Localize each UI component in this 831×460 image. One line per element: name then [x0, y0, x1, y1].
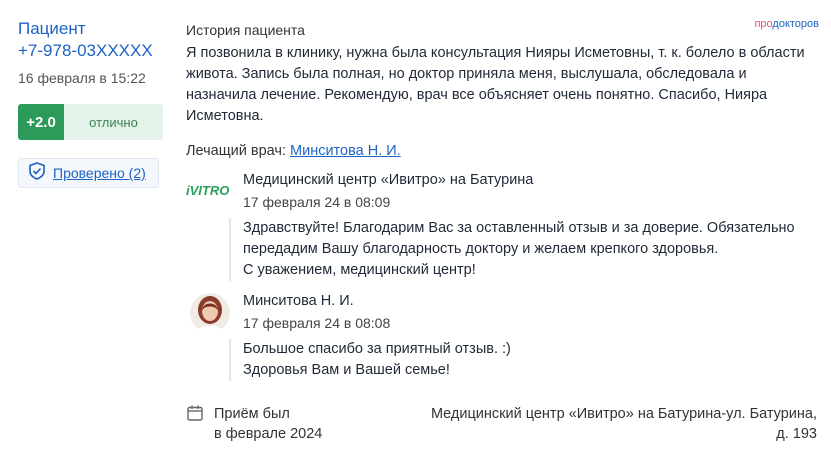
doctor-prefix: Лечащий врач: [186, 143, 286, 159]
patient-info: Пациент +7-978-03XXXXX 16 февраля в 15:2… [18, 18, 168, 188]
patient-name: Пациент [18, 19, 86, 38]
review-body: История пациента Я позвонила в клинику, … [186, 20, 816, 159]
reply-text: Здравствуйте! Благодарим Вас за оставлен… [229, 218, 803, 281]
clinic-address: Медицинский центр «Ивитро» на Батурина-у… [430, 406, 817, 442]
rating-badge: +2.0 отлично [18, 104, 163, 140]
doctor-reply: Минситова Н. И. 17 февраля 24 в 08:08 Бо… [186, 293, 816, 383]
clinic-reply: iVITRO Медицинский центр «Ивитро» на Бат… [186, 172, 816, 282]
verified-label[interactable]: Проверено (2) [53, 165, 146, 181]
rating-score: +2.0 [18, 104, 64, 140]
reply-author: Медицинский центр «Ивитро» на Батурина [243, 172, 534, 188]
reply-date: 17 февраля 24 в 08:09 [243, 194, 391, 210]
story-title: История пациента [186, 22, 305, 38]
treating-doctor: Лечащий врач: Минситова Н. И. [186, 143, 816, 159]
clinic-logo: iVITRO [186, 174, 232, 220]
rating-label: отлично [64, 104, 163, 140]
reply-author[interactable]: Минситова Н. И. [243, 293, 354, 309]
calendar-icon [186, 404, 204, 444]
reply-text: Большое спасибо за приятный отзыв. :) Зд… [229, 339, 803, 381]
svg-text:iVITRO: iVITRO [186, 183, 229, 198]
doctor-link[interactable]: Минситова Н. И. [290, 143, 401, 159]
review-date: 16 февраля в 15:22 [18, 70, 146, 86]
reply-date: 17 февраля 24 в 08:08 [243, 315, 391, 331]
visit-info: Приём был в феврале 2024 [186, 404, 322, 444]
doctor-avatar [190, 293, 236, 339]
patient-phone: +7-978-03XXXXX [18, 41, 153, 60]
verified-button[interactable]: Проверено (2) [18, 158, 159, 188]
visit-date: Приём был в феврале 2024 [214, 406, 323, 442]
story-text: Я позвонила в клинику, нужна была консул… [186, 45, 805, 124]
shield-check-icon [27, 161, 47, 186]
